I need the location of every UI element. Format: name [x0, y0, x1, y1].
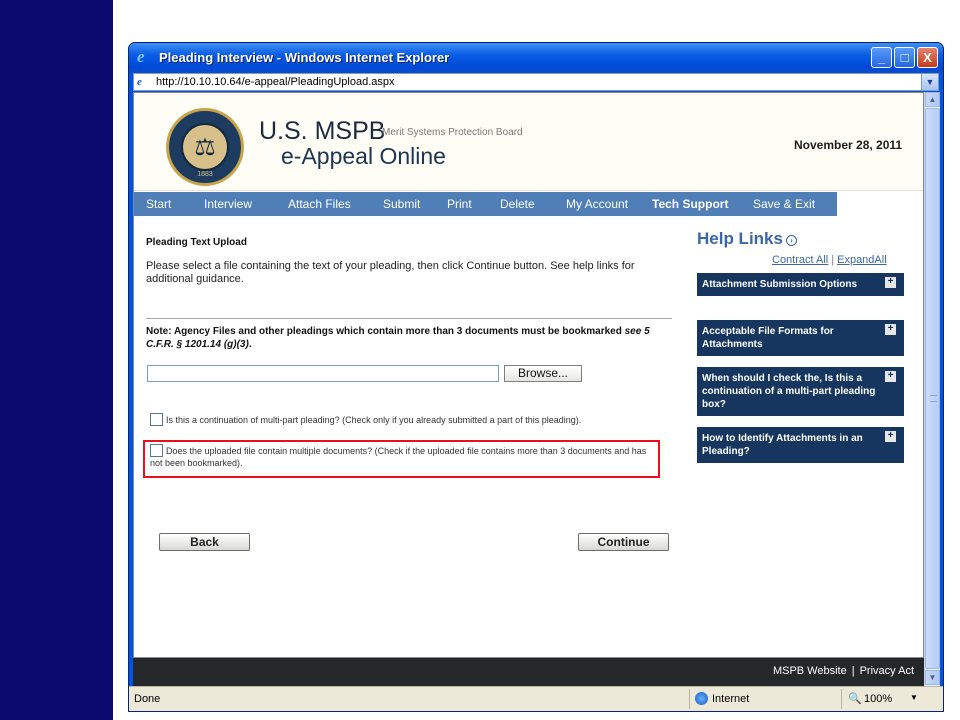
help-item-file-formats[interactable]: Acceptable File Formats for Attachments …: [697, 320, 904, 356]
section-title: Pleading Text Upload: [146, 237, 247, 248]
expand-plus-icon[interactable]: +: [885, 277, 896, 288]
site-footer: MSPB Website | Privacy Act: [133, 658, 924, 686]
help-item-attachment-options[interactable]: Attachment Submission Options +: [697, 273, 904, 296]
help-links-title: Help Links ›: [697, 229, 797, 249]
help-links-title-text: Help Links: [697, 229, 783, 248]
expand-all-link[interactable]: ExpandAll: [837, 254, 887, 266]
status-text: Done: [134, 693, 161, 705]
window-title: Pleading Interview - Windows Internet Ex…: [159, 50, 450, 65]
nav-item-submit[interactable]: Submit: [383, 197, 420, 211]
maximize-button[interactable]: □: [894, 47, 915, 68]
vertical-scrollbar[interactable]: ▲ ▼: [924, 92, 940, 686]
minimize-button[interactable]: _: [871, 47, 892, 68]
help-item-label: When should I check the, Is this a conti…: [702, 373, 876, 410]
privacy-act-link[interactable]: Privacy Act: [860, 665, 914, 677]
main-nav: Start Interview Attach Files Submit Prin…: [134, 192, 837, 216]
address-dropdown-button[interactable]: ▼: [921, 74, 938, 90]
brand-subtitle: Merit Systems Protection Board: [382, 127, 523, 138]
page-viewport: ⚖ 1883 U.S. MSPB Merit Systems Protectio…: [133, 92, 924, 658]
help-item-identify-attachments[interactable]: How to Identify Attachments in an Pleadi…: [697, 427, 904, 463]
note-prefix: Note: Agency Files and other pleadings w…: [146, 326, 625, 337]
link-separator: |: [831, 254, 835, 266]
help-toggle-links: Contract All | ExpandAll: [772, 254, 887, 266]
scroll-down-button[interactable]: ▼: [925, 670, 940, 685]
expand-plus-icon[interactable]: +: [885, 431, 896, 442]
multiple-documents-checkbox[interactable]: [150, 444, 163, 457]
continuation-checkbox[interactable]: [150, 413, 163, 426]
globe-icon: [695, 692, 708, 705]
nav-item-my-account[interactable]: My Account: [566, 197, 628, 211]
continuation-checkbox-label: Is this a continuation of multi-part ple…: [166, 415, 582, 425]
app-name: e-Appeal Online: [281, 143, 446, 169]
site-header: ⚖ 1883 U.S. MSPB Merit Systems Protectio…: [134, 93, 923, 191]
nav-item-attach-files[interactable]: Attach Files: [288, 197, 351, 211]
footer-separator: |: [851, 665, 855, 677]
browse-button[interactable]: Browse...: [504, 365, 582, 382]
mspb-seal-logo: ⚖ 1883: [166, 108, 244, 186]
zone-label: Internet: [712, 693, 750, 705]
help-item-label: Acceptable File Formats for Attachments: [702, 326, 834, 350]
continue-button[interactable]: Continue: [578, 533, 669, 551]
scales-of-justice-icon: ⚖: [181, 123, 229, 171]
zoom-level: 100%: [864, 693, 893, 705]
instructions-text: Please select a file containing the text…: [146, 260, 635, 285]
nav-item-tech-support[interactable]: Tech Support: [652, 197, 728, 211]
circle-arrow-icon: ›: [785, 235, 797, 246]
help-item-label: Attachment Submission Options: [702, 279, 858, 290]
footer-links: MSPB Website | Privacy Act: [773, 665, 914, 677]
address-bar[interactable]: e http://10.10.10.64/e-appeal/PleadingUp…: [133, 73, 939, 91]
continuation-checkbox-row: Is this a continuation of multi-part ple…: [150, 413, 670, 426]
mspb-website-link[interactable]: MSPB Website: [773, 665, 847, 677]
file-path-input[interactable]: [147, 365, 499, 382]
help-item-label: How to Identify Attachments in an Pleadi…: [702, 433, 863, 457]
note-suffix: .: [248, 339, 252, 350]
nav-item-start[interactable]: Start: [146, 197, 171, 211]
browser-window: e Pleading Interview - Windows Internet …: [128, 42, 944, 712]
section-divider: [146, 318, 672, 319]
security-zone[interactable]: Internet: [689, 689, 839, 709]
window-titlebar: e Pleading Interview - Windows Internet …: [129, 43, 943, 73]
zoom-control[interactable]: 🔍 100% ▼: [841, 689, 931, 709]
help-item-continuation[interactable]: When should I check the, Is this a conti…: [697, 367, 904, 416]
address-url[interactable]: http://10.10.10.64/e-appeal/PleadingUplo…: [156, 76, 395, 88]
page-icon: e: [137, 76, 142, 88]
back-button[interactable]: Back: [159, 533, 250, 551]
header-date: November 28, 2011: [794, 138, 903, 152]
scroll-thumb[interactable]: [925, 108, 940, 669]
expand-plus-icon[interactable]: +: [885, 371, 896, 382]
slide-left-band: [0, 0, 113, 720]
nav-item-save-exit[interactable]: Save & Exit: [753, 197, 815, 211]
multiple-documents-checkbox-row: Does the uploaded file contain multiple …: [150, 444, 655, 469]
close-button[interactable]: X: [917, 47, 938, 68]
nav-item-print[interactable]: Print: [447, 197, 472, 211]
scroll-grip: [930, 395, 937, 402]
multiple-documents-checkbox-label: Does the uploaded file contain multiple …: [150, 446, 647, 468]
nav-item-delete[interactable]: Delete: [500, 197, 535, 211]
browser-status-bar: Done Internet 🔍 100% ▼: [129, 686, 943, 711]
internet-explorer-icon: e: [137, 47, 145, 66]
brand-title: U.S. MSPB: [259, 117, 386, 145]
zoom-dropdown-icon[interactable]: ▼: [910, 693, 918, 702]
expand-plus-icon[interactable]: +: [885, 324, 896, 335]
magnifier-icon: 🔍: [848, 693, 862, 705]
main-content: Pleading Text Upload Please select a fil…: [134, 217, 923, 657]
contract-all-link[interactable]: Contract All: [772, 254, 828, 266]
scroll-up-button[interactable]: ▲: [925, 92, 940, 107]
seal-year: 1883: [197, 171, 213, 178]
nav-item-interview[interactable]: Interview: [204, 197, 252, 211]
bookmark-note: Note: Agency Files and other pleadings w…: [146, 325, 656, 351]
